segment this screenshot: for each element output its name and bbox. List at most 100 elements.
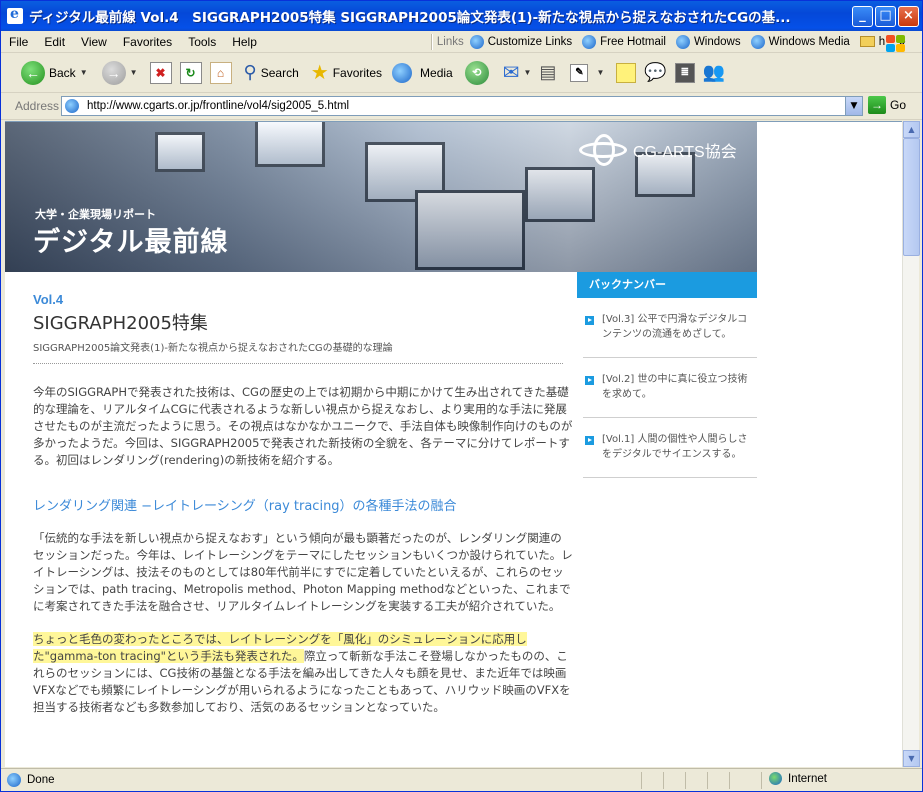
link-label: Free Hotmail [600,35,666,48]
history-button[interactable]: ⟲ [464,60,489,85]
link-free-hotmail[interactable]: Free Hotmail [582,34,666,49]
browser-window: ディジタル最前線 Vol.4 SIGGRAPH2005特集 SIGGRAPH20… [0,0,923,792]
mail-button[interactable]: ✉ ▼ [503,60,532,85]
address-url: http://www.cgarts.or.jp/frontline/vol4/s… [87,100,350,112]
vertical-scrollbar[interactable]: ▲ ▼ [902,121,920,767]
address-input[interactable]: http://www.cgarts.or.jp/frontline/vol4/s… [61,96,863,116]
search-button[interactable]: ⚲ Search [244,62,299,83]
refresh-button[interactable]: ↻ [179,61,202,84]
address-dropdown-icon[interactable]: ▼ [845,97,862,115]
link-label: Windows [693,35,741,48]
backnumber-item-vol2[interactable]: [Vol.2] 世の中に真に役立つ技術を求めて。 [583,358,757,418]
security-zone[interactable]: Internet [769,772,827,785]
forward-button[interactable]: → ▼ [101,60,138,85]
article-paragraph-1: 「伝統的な手法を新しい視点から捉えなおす」という傾向が最も顕著だったのが、レンダ… [33,531,573,613]
link-label: Customize Links [487,35,573,48]
discuss-button[interactable]: 💬 [644,62,666,83]
media-label: Media [420,65,453,80]
status-divider [729,772,730,789]
status-divider [685,772,686,789]
back-label: Back [49,65,76,80]
dotted-divider [33,354,563,364]
notes-button[interactable] [616,62,637,83]
scroll-thumb[interactable] [903,138,920,256]
menu-view[interactable]: View [73,35,115,49]
link-customize-links[interactable]: Customize Links [469,34,573,49]
article-subheading: SIGGRAPH2005論文発表(1)-新たな視点から捉えなおされたCGの基礎的… [33,343,393,354]
favorites-label: Favorites [332,65,383,80]
menu-bar: File Edit View Favorites Tools Help Link… [1,31,922,53]
ie-app-icon [7,6,23,24]
cgarts-logo-mark-icon [577,134,629,166]
link-windows-media[interactable]: Windows Media [750,34,850,49]
title-bar[interactable]: ディジタル最前線 Vol.4 SIGGRAPH2005特集 SIGGRAPH20… [1,1,922,31]
window-title: ディジタル最前線 Vol.4 SIGGRAPH2005特集 SIGGRAPH20… [29,10,791,26]
home-icon: ⌂ [209,61,232,84]
minimize-button[interactable]: _ [852,6,873,27]
menu-favorites[interactable]: Favorites [115,35,180,49]
chat-bubble-icon: 💬 [644,62,667,82]
menu-tools[interactable]: Tools [180,35,224,49]
backnumber-item-vol1[interactable]: [Vol.1] 人間の個性や人間らしさをデジタルでサイエンスする。 [583,418,757,478]
media-icon [392,62,413,83]
back-button[interactable]: ← Back ▼ [21,60,88,85]
mail-dropdown-icon[interactable]: ▼ [524,68,532,77]
menu-file[interactable]: File [1,35,36,49]
section-title: レンダリング関連 −レイトレーシング（ray tracing）の各種手法の融合 [33,499,457,514]
link-windows[interactable]: Windows [675,34,741,49]
forward-dropdown-icon[interactable]: ▼ [130,68,138,77]
home-button[interactable]: ⌂ [209,61,232,84]
status-divider [641,772,642,789]
favorites-button[interactable]: ★ Favorites [311,60,382,85]
research-button[interactable]: ≣ [674,62,695,83]
links-bar: Links Customize Links Free Hotmail Windo… [433,34,906,49]
go-button[interactable]: → Go [868,96,906,114]
address-bar: Address http://www.cgarts.or.jp/frontlin… [1,93,922,120]
links-label: Links [436,35,464,48]
menu-help[interactable]: Help [224,35,265,49]
close-button[interactable]: × [898,6,919,27]
menu-edit[interactable]: Edit [36,35,73,49]
forward-arrow-icon: → [101,60,126,85]
star-icon: ★ [310,62,329,84]
scroll-up-icon[interactable]: ▲ [903,121,920,138]
status-text: Done [27,774,55,786]
page-done-icon [7,773,21,787]
messenger-button[interactable]: 👥 [703,62,725,83]
status-divider [663,772,664,789]
edit-icon: ✎ [570,63,589,82]
research-icon: ≣ [674,62,695,83]
backnumber-sidebar: バックナンバー [Vol.3] 公平で円滑なデジタルコンテンツの流通をめざして。… [577,272,757,478]
backnumber-item-label: [Vol.3] 公平で円滑なデジタルコンテンツの流通をめざして。 [602,314,748,340]
print-button[interactable]: ▤ [539,62,556,83]
back-dropdown-icon[interactable]: ▼ [80,68,88,77]
edit-dropdown-icon[interactable]: ▼ [596,68,604,77]
edit-button[interactable]: ✎ ▼ [570,63,604,82]
stop-button[interactable]: ✖ [149,61,172,84]
folder-icon [859,36,875,47]
header-banner: 大学・企業現場リポート デジタル最前線 CG-ARTS協会 [5,122,757,272]
ie-page-icon [750,34,765,49]
media-button[interactable]: Media [392,62,453,83]
arrow-bullet-icon [585,316,594,325]
cgarts-logo[interactable]: CG-ARTS協会 [577,134,737,166]
messenger-icon: 👥 [702,62,726,82]
search-label: Search [260,65,299,80]
article-paragraph-2: ちょっと毛色の変わったところでは、レイトレーシングを「風化」のシミュレーションに… [33,631,573,716]
scroll-down-icon[interactable]: ▼ [903,750,920,767]
backnumber-item-vol3[interactable]: [Vol.3] 公平で円滑なデジタルコンテンツの流通をめざして。 [583,298,757,358]
go-label: Go [890,98,907,112]
link-label: Windows Media [768,35,850,48]
article: Vol.4 SIGGRAPH2005特集 SIGGRAPH2005論文発表(1)… [33,292,573,716]
print-icon: ▤ [539,62,557,82]
internet-globe-icon [769,772,782,785]
search-icon: ⚲ [243,62,257,82]
address-label: Address [15,99,60,113]
zone-label: Internet [788,772,827,785]
maximize-button[interactable]: □ [875,6,896,27]
history-icon: ⟲ [464,60,489,85]
backnumber-heading: バックナンバー [577,272,757,298]
stop-icon: ✖ [149,61,172,84]
back-arrow-icon: ← [21,60,45,85]
status-divider [707,772,708,789]
